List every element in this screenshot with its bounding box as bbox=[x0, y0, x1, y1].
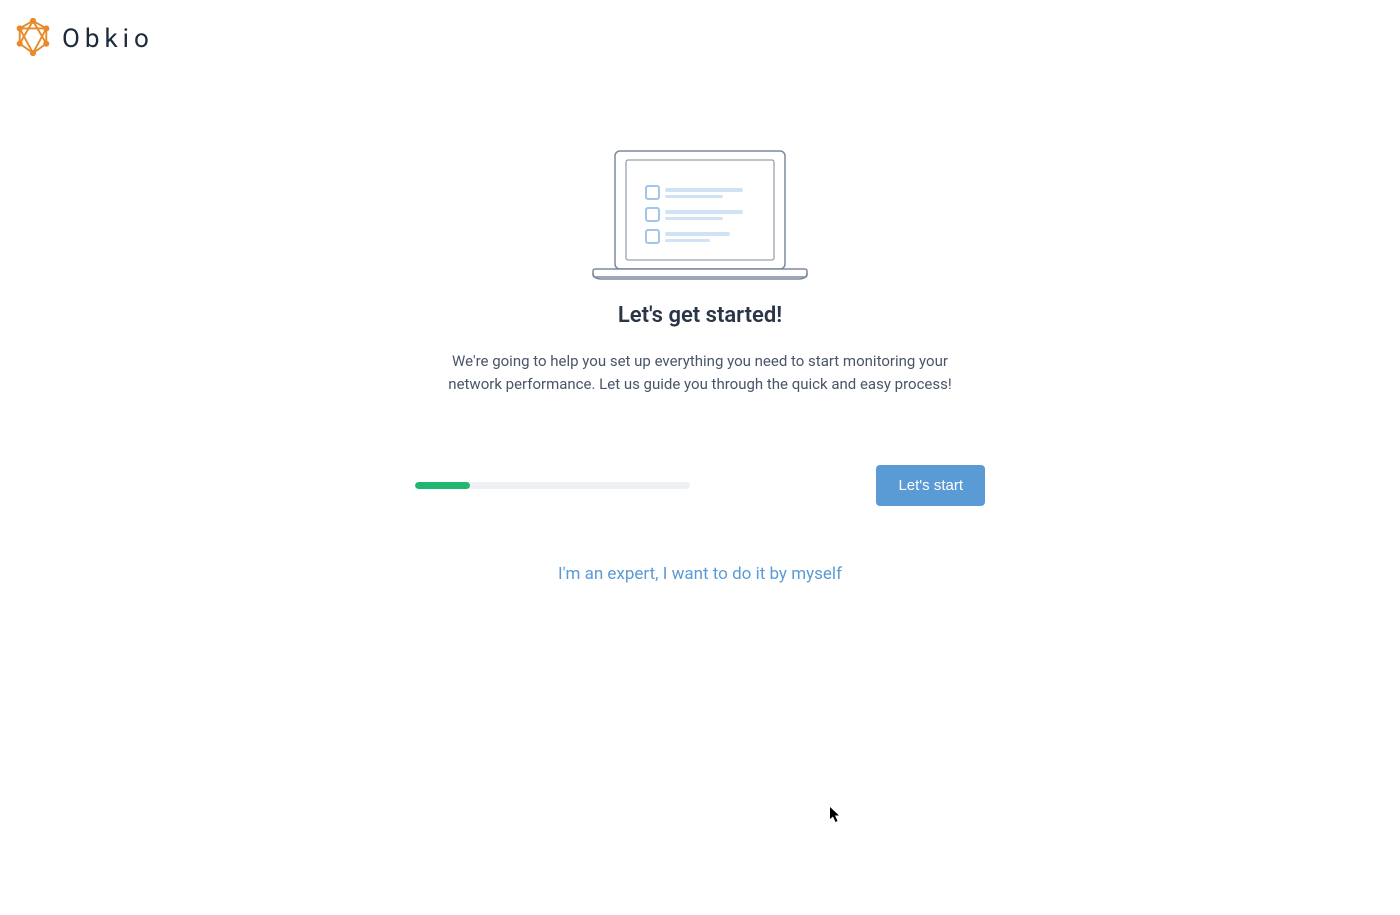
brand-logo-text: Obkio bbox=[62, 24, 154, 54]
brand-logo-icon bbox=[14, 18, 52, 60]
lets-start-button[interactable]: Let's start bbox=[876, 465, 985, 506]
progress-bar bbox=[415, 482, 690, 489]
onboarding-description: We're going to help you set up everythin… bbox=[440, 350, 960, 395]
progress-bar-fill bbox=[415, 482, 470, 489]
header: Obkio bbox=[0, 0, 1400, 78]
progress-row: Let's start bbox=[415, 465, 985, 506]
onboarding-content: Let's get started! We're going to help y… bbox=[0, 148, 1400, 584]
onboarding-heading: Let's get started! bbox=[618, 303, 782, 328]
laptop-illustration-icon bbox=[590, 148, 810, 283]
expert-skip-link[interactable]: I'm an expert, I want to do it by myself bbox=[558, 564, 842, 584]
cursor-icon bbox=[830, 807, 842, 827]
